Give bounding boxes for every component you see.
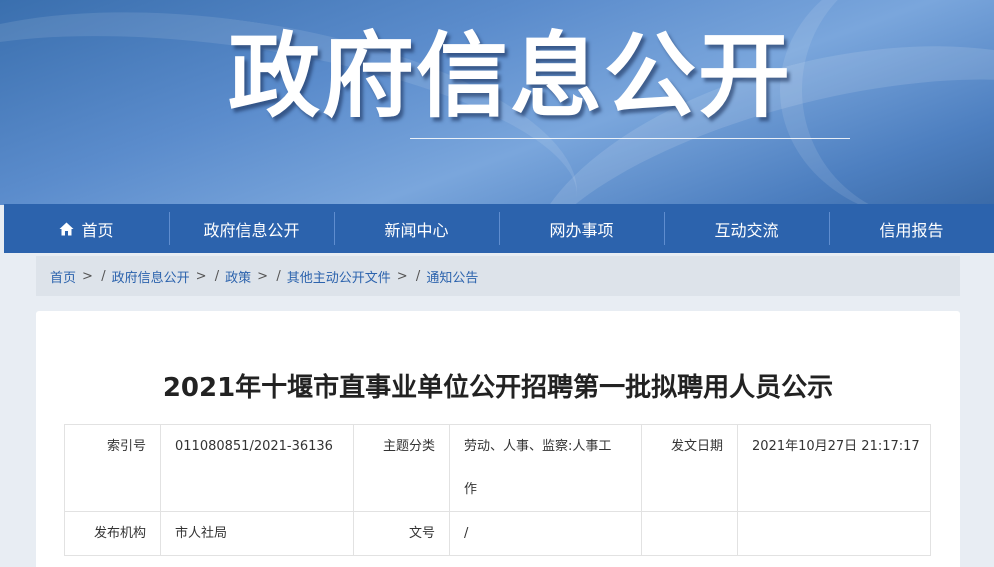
- breadcrumb: 首页 > / 政府信息公开 > / 政策 > / 其他主动公开文件 > / 通知…: [36, 256, 960, 296]
- meta-label-index: 索引号: [64, 424, 161, 512]
- meta-label-topic: 主题分类: [353, 424, 450, 512]
- meta-empty-cell: [641, 511, 738, 556]
- breadcrumb-link-gov-info[interactable]: 政府信息公开: [112, 267, 190, 286]
- breadcrumb-separator: > /: [195, 268, 220, 284]
- header-banner: 政府信息公开: [0, 0, 994, 205]
- meta-value-docno: /: [449, 511, 642, 556]
- article-title: 2021年十堰市直事业单位公开招聘第一批拟聘用人员公示: [162, 373, 834, 403]
- breadcrumb-link-notices[interactable]: 通知公告: [426, 267, 478, 286]
- meta-label-date: 发文日期: [641, 424, 738, 512]
- breadcrumb-link-home[interactable]: 首页: [50, 267, 76, 286]
- breadcrumb-separator: > /: [396, 268, 421, 284]
- nav-item-label: 政府信息公开: [203, 220, 300, 240]
- nav-item-home[interactable]: 首页: [4, 204, 169, 253]
- nav-item-label: 新闻中心: [384, 220, 449, 240]
- table-row: 索引号 011080851/2021-36136 主题分类 劳动、人事、监察:人…: [64, 424, 931, 512]
- meta-empty-cell: [737, 511, 931, 556]
- meta-value-topic: 劳动、人事、监察:人事工作: [449, 424, 642, 512]
- nav-item-news[interactable]: 新闻中心: [334, 204, 499, 253]
- banner-underline: [410, 138, 850, 139]
- breadcrumb-separator: > /: [257, 268, 281, 284]
- main-nav: 首页 政府信息公开 新闻中心 网办事项 互动交流 信用报告: [4, 204, 994, 253]
- meta-value-publisher: 市人社局: [160, 511, 354, 556]
- table-row: 发布机构 市人社局 文号 /: [64, 511, 931, 556]
- article-panel: 2021年十堰市直事业单位公开招聘第一批拟聘用人员公示 索引号 01108085…: [36, 311, 960, 567]
- banner-title: 政府信息公开: [228, 23, 793, 130]
- nav-item-credit-report[interactable]: 信用报告: [829, 204, 994, 253]
- meta-label-docno: 文号: [353, 511, 450, 556]
- home-icon: [59, 222, 74, 236]
- meta-value-index: 011080851/2021-36136: [160, 424, 354, 512]
- breadcrumb-link-policy[interactable]: 政策: [225, 267, 251, 286]
- nav-item-interaction[interactable]: 互动交流: [664, 204, 829, 253]
- nav-item-label: 首页: [81, 220, 114, 240]
- nav-item-label: 网办事项: [549, 220, 614, 240]
- nav-item-gov-info[interactable]: 政府信息公开: [169, 204, 334, 253]
- breadcrumb-link-other-files[interactable]: 其他主动公开文件: [287, 267, 391, 286]
- meta-label-publisher: 发布机构: [64, 511, 161, 556]
- meta-value-date: 2021年10月27日 21:17:17: [737, 424, 931, 512]
- breadcrumb-separator: > /: [82, 268, 106, 284]
- nav-item-label: 信用报告: [879, 220, 944, 240]
- article-meta-table: 索引号 011080851/2021-36136 主题分类 劳动、人事、监察:人…: [64, 424, 931, 556]
- nav-item-label: 互动交流: [714, 220, 779, 240]
- nav-item-online-services[interactable]: 网办事项: [499, 204, 664, 253]
